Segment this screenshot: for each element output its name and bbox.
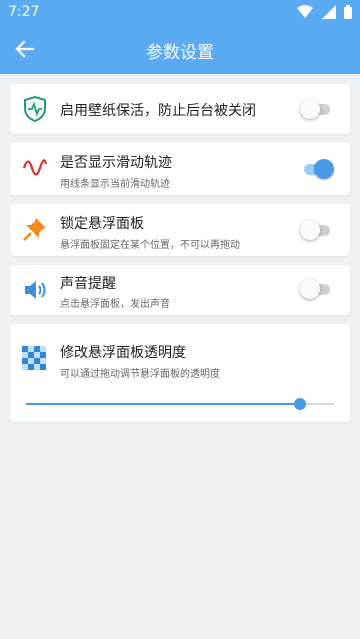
setting-subtitle: 可以通过拖动调节悬浮面板的透明度	[60, 369, 220, 380]
pushpin-icon	[22, 216, 48, 242]
setting-subtitle: 用线条显示当前滑动轨迹	[60, 179, 170, 190]
status-bar: 7:27	[0, 0, 360, 24]
setting-subtitle: 点击悬浮面板，发出声音	[60, 299, 170, 310]
wallpaper-keepalive-toggle[interactable]	[300, 99, 334, 119]
lock-panel-toggle[interactable]	[300, 220, 334, 240]
slider-fill	[26, 403, 301, 405]
setting-subtitle: 悬浮面板固定在某个位置，不可以再拖动	[60, 240, 240, 251]
signal-icon	[321, 5, 336, 23]
app-bar: 7:27 参数设置	[0, 0, 360, 74]
shield-heartbeat-icon	[22, 95, 48, 123]
status-icons	[293, 5, 352, 19]
setting-card-opacity: 修改悬浮面板透明度 可以通过拖动调节悬浮面板的透明度	[10, 324, 350, 422]
setting-title: 锁定悬浮面板	[60, 216, 144, 232]
speaker-icon	[22, 277, 48, 303]
toggle-thumb	[300, 279, 320, 299]
checker-grid-icon	[22, 346, 48, 372]
battery-icon	[344, 5, 352, 23]
setting-row-sound-alert[interactable]: 声音提醒 点击悬浮面板，发出声音	[10, 265, 350, 315]
slider-thumb[interactable]	[294, 398, 307, 410]
toggle-thumb	[300, 220, 320, 240]
setting-row-wallpaper-keepalive[interactable]: 启用壁纸保活，防止后台被关闭	[10, 84, 350, 134]
setting-title: 是否显示滑动轨迹	[60, 155, 172, 171]
setting-title: 声音提醒	[60, 276, 116, 292]
show-swipe-track-toggle[interactable]	[300, 159, 334, 179]
setting-title: 修改悬浮面板透明度	[60, 345, 186, 361]
toggle-thumb	[314, 159, 334, 179]
page-title: 参数设置	[146, 43, 214, 63]
wifi-icon	[297, 5, 314, 23]
status-time: 7:27	[8, 4, 40, 20]
setting-title: 启用壁纸保活，防止后台被关闭	[60, 103, 256, 119]
sine-wave-icon	[22, 155, 48, 181]
opacity-slider[interactable]	[26, 398, 334, 410]
sound-alert-toggle[interactable]	[300, 279, 334, 299]
setting-row-show-swipe-track[interactable]: 是否显示滑动轨迹 用线条显示当前滑动轨迹	[10, 143, 350, 195]
toggle-thumb	[300, 99, 320, 119]
setting-row-lock-panel[interactable]: 锁定悬浮面板 悬浮面板固定在某个位置，不可以再拖动	[10, 204, 350, 256]
